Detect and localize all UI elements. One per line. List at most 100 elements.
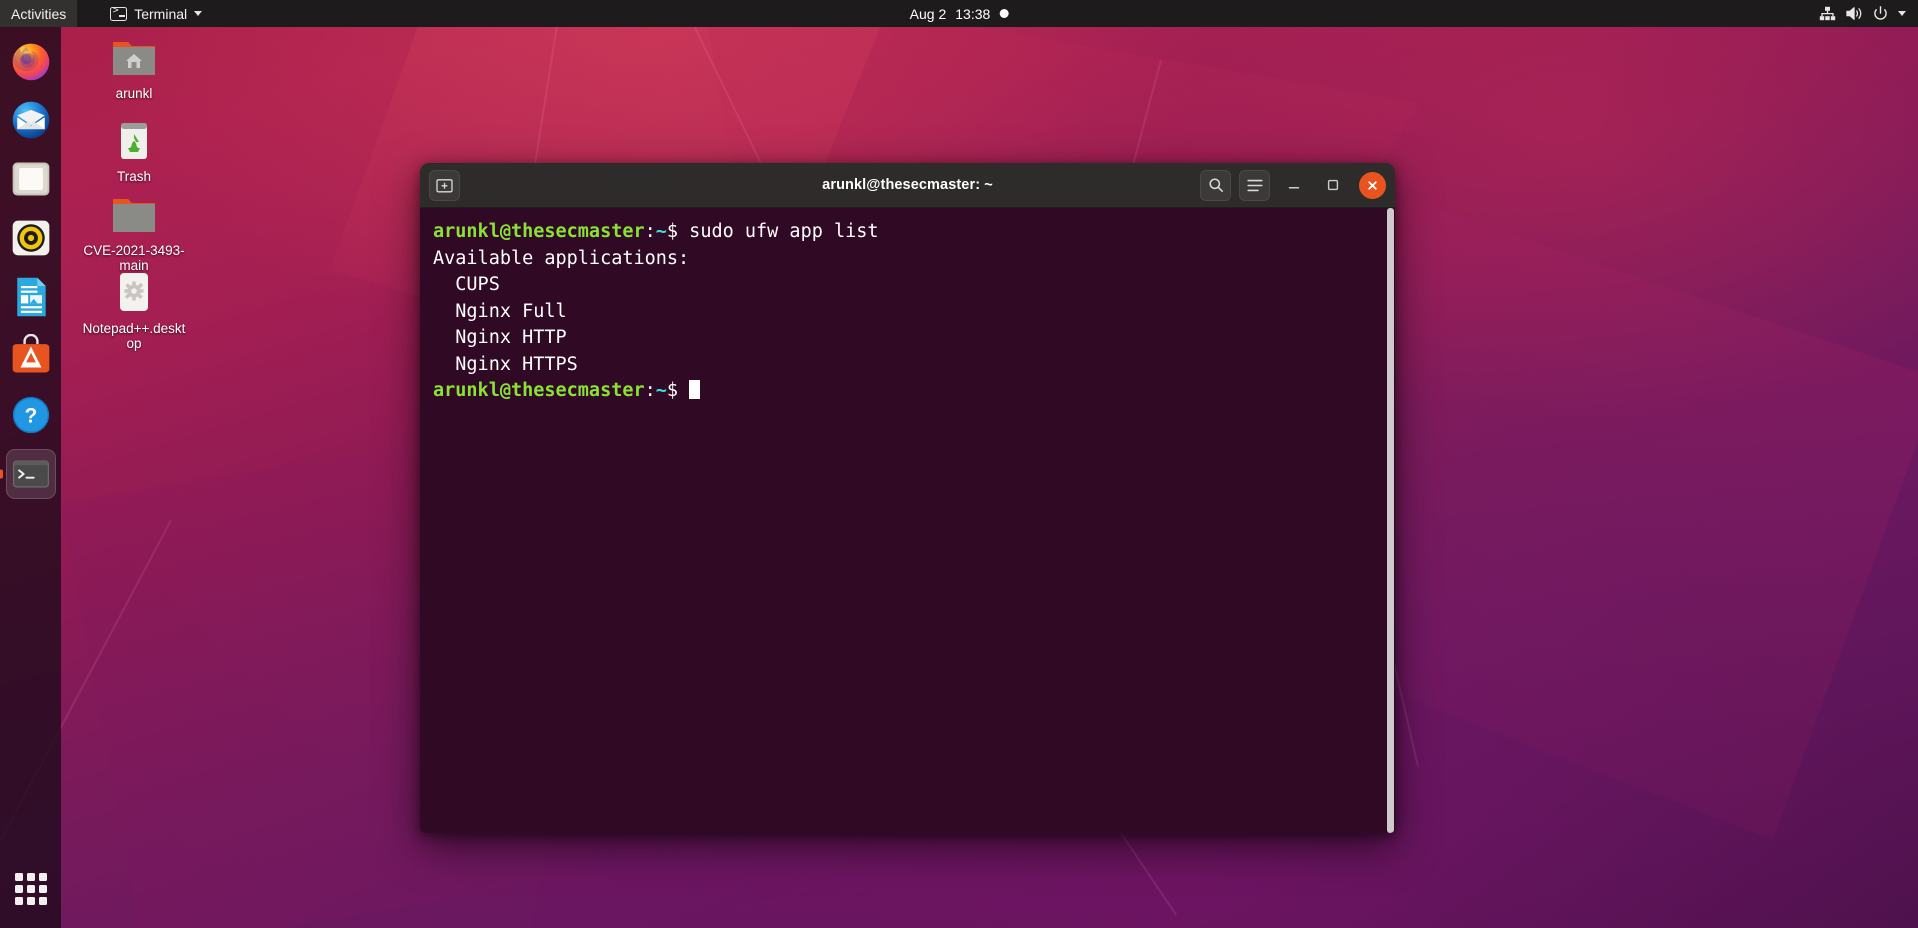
dock: ?: [0, 27, 61, 928]
dock-item-terminal[interactable]: [5, 449, 56, 499]
clock-date: Aug 2: [909, 5, 947, 22]
terminal-prompt-line: arunkl@thesecmaster:~$: [433, 378, 1395, 405]
firefox-icon: [11, 43, 49, 81]
power-icon[interactable]: [1873, 6, 1888, 21]
volume-icon[interactable]: [1846, 6, 1863, 21]
terminal-output-text: Available applications:: [433, 247, 690, 269]
activities-label: Activities: [11, 5, 67, 22]
grid-cell-icon: [14, 897, 23, 905]
terminal-command: [678, 380, 689, 401]
terminal-output-text: Nginx HTTPS: [433, 353, 578, 375]
dock-item-libreoffice-writer[interactable]: [6, 272, 56, 322]
activities-button[interactable]: Activities: [0, 0, 78, 27]
terminal-output-line: Nginx HTTPS: [433, 352, 1395, 379]
terminal-icon: [110, 5, 128, 21]
new-tab-button[interactable]: [429, 169, 460, 201]
desktop-icon-label: arunkl: [115, 86, 153, 101]
rhythmbox-icon: [12, 220, 49, 256]
terminal-prompt-symbol: $: [666, 380, 679, 401]
minimize-icon: [1288, 187, 1299, 189]
terminal-scrollbar[interactable]: [1386, 208, 1395, 833]
chevron-down-icon[interactable]: [1898, 11, 1906, 16]
terminal-output-text: Nginx Full: [433, 300, 567, 322]
dock-item-thunderbird[interactable]: [6, 95, 56, 145]
terminal-prompt-line: arunkl@thesecmaster:~$ sudo ufw app list: [433, 219, 1395, 246]
desktop-icon-home-folder[interactable]: arunkl: [82, 35, 186, 101]
maximize-icon: [1327, 179, 1338, 191]
help-icon: ?: [12, 396, 49, 434]
terminal-prompt-separator: :: [644, 221, 656, 242]
search-button[interactable]: [1200, 169, 1231, 201]
grid-cell-icon: [26, 873, 35, 881]
terminal-output-text: CUPS: [433, 274, 500, 295]
terminal-icon: [12, 460, 49, 488]
grid-cell-icon: [38, 885, 47, 893]
dock-item-rhythmbox[interactable]: [6, 213, 56, 263]
desktop-icon-notepadpp-desktop-file[interactable]: Notepad++.desktop: [82, 270, 186, 351]
desktop-icon-label: Notepad++.desktop: [82, 321, 186, 351]
terminal-output: arunkl@thesecmaster:~$ sudo ufw app list…: [420, 219, 1395, 405]
terminal-title: arunkl@thesecmaster: ~: [822, 177, 993, 193]
maximize-button[interactable]: [1317, 170, 1348, 201]
home-folder-icon: [113, 42, 155, 75]
grid-cell-icon: [26, 885, 35, 893]
hamburger-menu-icon: [1246, 179, 1263, 191]
system-tray[interactable]: [1807, 0, 1918, 27]
terminal-window[interactable]: arunkl@thesecmaster: ~ arunkl@thesecmast…: [420, 163, 1395, 833]
window-controls: [1200, 169, 1386, 201]
terminal-scrollbar-thumb[interactable]: [1387, 208, 1394, 833]
desktop-icon-trash[interactable]: Trash: [82, 118, 186, 184]
terminal-output-line: Available applications:: [433, 246, 1395, 273]
close-button[interactable]: [1359, 171, 1386, 199]
terminal-output-line: Nginx Full: [433, 299, 1395, 326]
desktop-icon-cve-folder[interactable]: CVE-2021-3493-main: [82, 192, 186, 273]
menu-button[interactable]: [1239, 169, 1270, 201]
grid-cell-icon: [14, 873, 23, 881]
network-wired-icon[interactable]: [1819, 6, 1836, 21]
trash-icon: [121, 123, 147, 159]
new-tab-icon: [436, 178, 453, 192]
libreoffice-writer-icon: [16, 277, 46, 317]
terminal-command: sudo ufw app list: [678, 221, 879, 242]
files-icon: [12, 162, 49, 196]
grid-cell-icon: [38, 873, 47, 881]
script-file-icon: [120, 273, 148, 311]
terminal-output-line: Nginx HTTP: [433, 325, 1395, 352]
dock-item-firefox[interactable]: [6, 36, 56, 86]
terminal-titlebar[interactable]: arunkl@thesecmaster: ~: [420, 163, 1395, 208]
terminal-prompt-user: arunkl@thesecmaster: [433, 221, 645, 242]
thunderbird-icon: [12, 101, 49, 139]
terminal-body[interactable]: arunkl@thesecmaster:~$ sudo ufw app list…: [420, 208, 1395, 833]
clock-button[interactable]: Aug 2 13:38: [910, 6, 1009, 22]
folder-icon: [113, 199, 155, 232]
grid-cell-icon: [38, 897, 47, 905]
terminal-prompt-path: ~: [655, 221, 667, 242]
terminal-prompt-symbol: $: [666, 221, 679, 242]
grid-cell-icon: [14, 885, 23, 893]
clock-time: 13:38: [955, 5, 991, 22]
terminal-output-line: CUPS: [433, 272, 1395, 299]
minimize-button[interactable]: [1278, 170, 1309, 201]
terminal-prompt-path: ~: [655, 380, 667, 401]
desktop-icon-label: CVE-2021-3493-main: [83, 243, 185, 273]
desktop: Activities Terminal Aug 2 13:38: [0, 0, 1918, 928]
terminal-output-text: Nginx HTTP: [433, 327, 567, 348]
chevron-down-icon: [194, 11, 203, 16]
app-menu-label: Terminal: [134, 5, 188, 22]
dock-item-help[interactable]: ?: [6, 390, 56, 440]
show-applications-button[interactable]: [9, 867, 53, 911]
terminal-cursor: [689, 380, 701, 399]
notification-dot-icon: [999, 9, 1009, 18]
desktop-icon-label: Trash: [116, 169, 151, 184]
app-menu-button[interactable]: Terminal: [99, 0, 213, 27]
terminal-prompt-user: arunkl@thesecmaster: [433, 380, 645, 401]
grid-cell-icon: [26, 897, 35, 905]
terminal-prompt-separator: :: [644, 380, 656, 401]
search-icon: [1208, 178, 1223, 192]
svg-text:?: ?: [24, 404, 37, 427]
ubuntu-software-icon: [12, 334, 49, 373]
close-icon: [1368, 180, 1377, 190]
dock-item-files[interactable]: [6, 154, 56, 204]
dock-item-ubuntu-software[interactable]: [6, 331, 56, 381]
top-bar: Activities Terminal Aug 2 13:38: [0, 0, 1918, 27]
